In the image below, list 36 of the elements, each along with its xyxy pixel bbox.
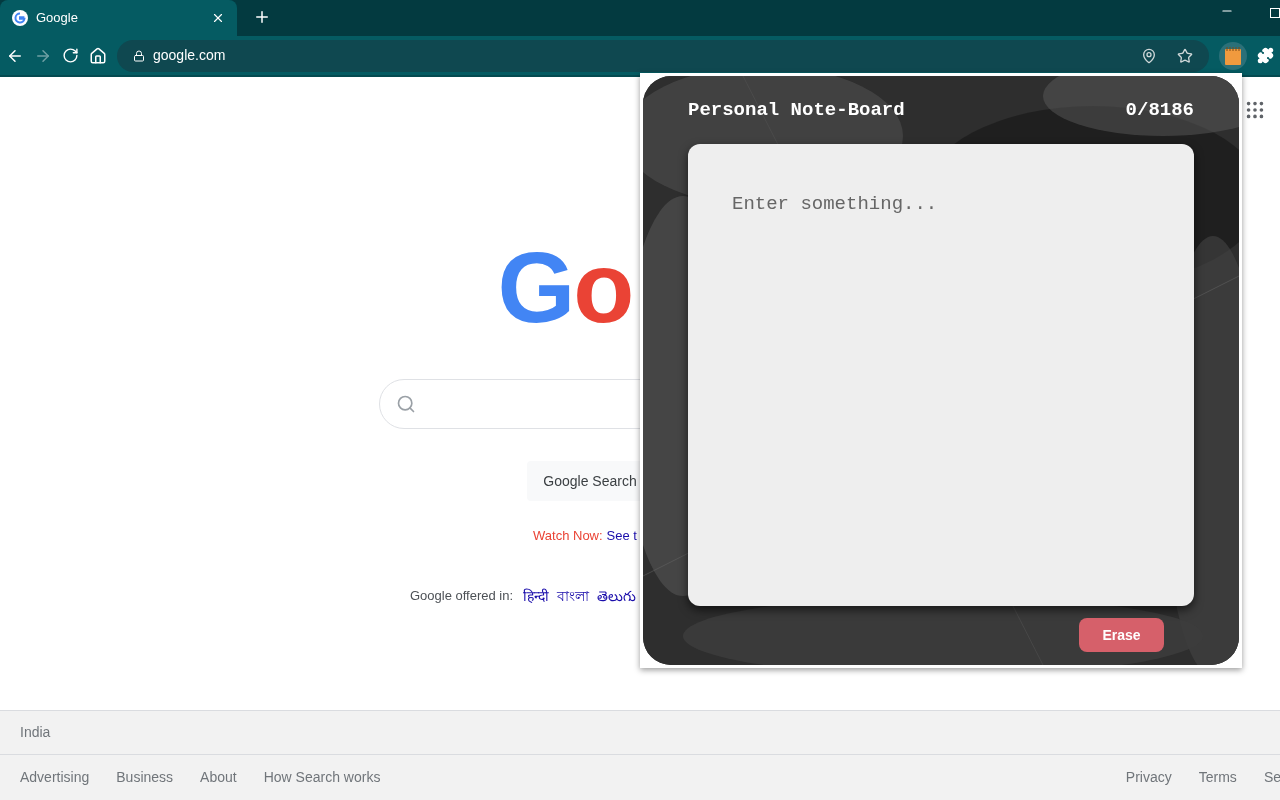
popup-title: Personal Note-Board (688, 97, 905, 123)
languages-label: Google offered in: (409, 587, 514, 606)
extensions-puzzle-icon[interactable] (1257, 47, 1274, 64)
country-label: India (20, 723, 51, 742)
apps-grid-icon[interactable] (1244, 99, 1266, 121)
erase-button[interactable]: Erase (1079, 618, 1164, 652)
language-link[interactable]: বাংলা (557, 585, 590, 607)
home-icon[interactable] (89, 46, 107, 65)
bookmark-star-icon[interactable] (1177, 47, 1193, 64)
footer-link[interactable]: Advertising (20, 767, 90, 788)
footer-link[interactable]: Terms (1198, 767, 1237, 788)
footer-link[interactable]: Se (1263, 767, 1280, 788)
new-tab-icon[interactable] (253, 8, 271, 26)
logo-letter: o (573, 231, 633, 343)
footer-link[interactable]: Business (116, 767, 174, 788)
search-icon (396, 394, 416, 414)
language-link[interactable]: తెలుగు (597, 585, 637, 607)
character-counter: 0/8186 (1125, 97, 1194, 123)
google-favicon-icon (12, 10, 28, 26)
note-field[interactable]: Enter something... (688, 144, 1194, 606)
promo-label: Watch Now: (533, 527, 603, 545)
footer-link[interactable]: Privacy (1125, 767, 1172, 788)
promo-link[interactable]: See t (606, 526, 637, 546)
extension-button[interactable] (1219, 41, 1247, 70)
address-bar[interactable]: google.com (117, 39, 1209, 72)
language-link[interactable]: हिन्दी (523, 585, 550, 607)
footer-link[interactable]: How Search works (263, 767, 381, 788)
restore-icon[interactable] (1270, 8, 1280, 18)
footer-link[interactable]: About (200, 767, 237, 788)
lock-icon (133, 49, 145, 62)
reload-icon[interactable] (62, 47, 79, 64)
logo-letter: G (497, 231, 574, 343)
close-icon[interactable] (211, 11, 225, 25)
notepad-icon (1225, 46, 1241, 65)
location-icon[interactable] (1141, 47, 1157, 64)
browser-tab[interactable]: Google (0, 0, 237, 36)
